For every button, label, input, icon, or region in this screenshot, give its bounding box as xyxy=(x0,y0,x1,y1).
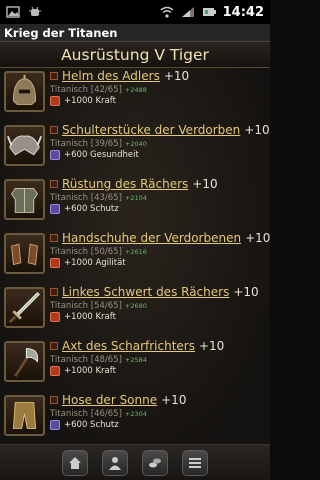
status-bar: 14:42 xyxy=(0,0,270,24)
app-title: Krieg der Titanen xyxy=(4,25,118,40)
protection-badge-icon xyxy=(50,204,60,214)
item-name-link[interactable]: Axt des Scharfrichters xyxy=(62,339,195,353)
equipment-row[interactable]: Schulterstücke der Verdorben +10 Titanisc… xyxy=(0,122,270,176)
quality-indicator xyxy=(50,72,58,80)
android-debug-icon xyxy=(29,6,41,16)
quality-indicator xyxy=(50,342,58,350)
equipment-list[interactable]: Helm des Adlers +10 Titanisch [42/65] +248… xyxy=(0,68,270,444)
item-power: +2680 xyxy=(124,302,147,310)
item-bonus: +1000 Kraft xyxy=(64,366,116,376)
agility-badge-icon xyxy=(50,258,60,268)
profile-button[interactable] xyxy=(102,449,128,476)
app-title-bar: Krieg der Titanen xyxy=(0,24,270,42)
item-bonus: +600 Schutz xyxy=(64,204,119,214)
chest-armor-icon[interactable] xyxy=(4,179,45,220)
home-icon xyxy=(69,456,81,469)
equipment-row[interactable]: Linkes Schwert des Rächers +10 Titanisch … xyxy=(0,284,270,338)
strength-badge-icon xyxy=(50,96,60,106)
quality-indicator xyxy=(50,396,58,404)
item-upgrade-level: +10 xyxy=(163,69,190,83)
section-header: Ausrüstung V Tiger xyxy=(0,42,270,68)
item-bonus: +1000 Agilität xyxy=(64,258,126,268)
coins-icon xyxy=(149,458,161,467)
item-power: +2304 xyxy=(124,410,147,418)
gloves-icon[interactable] xyxy=(4,233,45,274)
item-upgrade-level: +10 xyxy=(198,339,225,353)
item-power: +2616 xyxy=(124,248,147,256)
equipment-row[interactable]: Hose der Sonne +10 Titanisch [46/65] +2304… xyxy=(0,392,270,444)
item-name-link[interactable]: Linkes Schwert des Rächers xyxy=(62,285,229,299)
strength-badge-icon xyxy=(50,312,60,322)
health-badge-icon xyxy=(50,150,60,160)
home-button[interactable] xyxy=(62,449,88,476)
item-power: +2040 xyxy=(124,140,147,148)
item-material: Titanisch [39/65] xyxy=(50,139,122,149)
item-name-link[interactable]: Handschuhe der Verdorbenen xyxy=(62,231,241,245)
item-upgrade-level: +10 xyxy=(161,393,187,407)
item-upgrade-level: +10 xyxy=(192,177,218,191)
pants-icon[interactable] xyxy=(4,395,45,436)
menu-icon xyxy=(189,457,201,468)
item-material: Titanisch [43/65] xyxy=(50,193,122,203)
coins-button[interactable] xyxy=(142,449,168,476)
clock: 14:42 xyxy=(222,4,264,20)
section-title: Ausrüstung V Tiger xyxy=(61,45,209,64)
item-material: Titanisch [42/65] xyxy=(50,85,122,95)
shoulder-armor-icon[interactable] xyxy=(4,125,45,166)
item-name-link[interactable]: Schulterstücke der Verdorben xyxy=(62,123,240,137)
equipment-row[interactable]: Rüstung des Rächers +10 Titanisch [43/65]… xyxy=(0,176,270,230)
equipment-row[interactable]: Helm des Adlers +10 Titanisch [42/65] +248… xyxy=(0,68,270,122)
signal-icon xyxy=(181,7,194,17)
quality-indicator xyxy=(50,126,58,134)
item-material: Titanisch [54/65] xyxy=(50,301,122,311)
item-material: Titanisch [48/65] xyxy=(50,355,122,365)
quality-indicator xyxy=(50,234,58,242)
item-name-link[interactable]: Hose der Sonne xyxy=(62,393,157,407)
image-icon xyxy=(6,6,20,18)
item-upgrade-level: +10 xyxy=(244,123,270,137)
helmet-icon[interactable] xyxy=(4,71,45,112)
profile-icon xyxy=(109,456,121,470)
item-power: +2488 xyxy=(124,86,147,94)
protection-badge-icon xyxy=(50,420,60,430)
equipment-row[interactable]: Handschuhe der Verdorbenen +10 Titanisch … xyxy=(0,230,270,284)
wifi-icon xyxy=(160,6,174,18)
item-name-link[interactable]: Helm des Adlers xyxy=(62,69,160,83)
item-bonus: +600 Schutz xyxy=(64,420,119,430)
item-power: +2104 xyxy=(124,194,147,202)
bottom-nav xyxy=(0,444,270,480)
axe-icon[interactable] xyxy=(4,341,45,382)
item-bonus: +1000 Kraft xyxy=(64,96,116,106)
item-name-link[interactable]: Rüstung des Rächers xyxy=(62,177,188,191)
quality-indicator xyxy=(50,288,58,296)
item-material: Titanisch [50/65] xyxy=(50,247,122,257)
item-bonus: +600 Gesundheit xyxy=(64,150,139,160)
battery-icon xyxy=(202,8,216,16)
menu-button[interactable] xyxy=(182,449,208,476)
item-power: +2584 xyxy=(124,356,147,364)
item-upgrade-level: +10 xyxy=(233,285,259,299)
equipment-row[interactable]: Axt des Scharfrichters +10 Titanisch [48/… xyxy=(0,338,270,392)
item-upgrade-level: +10 xyxy=(245,231,270,245)
sword-icon[interactable] xyxy=(4,287,45,328)
item-material: Titanisch [46/65] xyxy=(50,409,122,419)
quality-indicator xyxy=(50,180,58,188)
item-bonus: +1000 Kraft xyxy=(64,312,116,322)
strength-badge-icon xyxy=(50,366,60,376)
